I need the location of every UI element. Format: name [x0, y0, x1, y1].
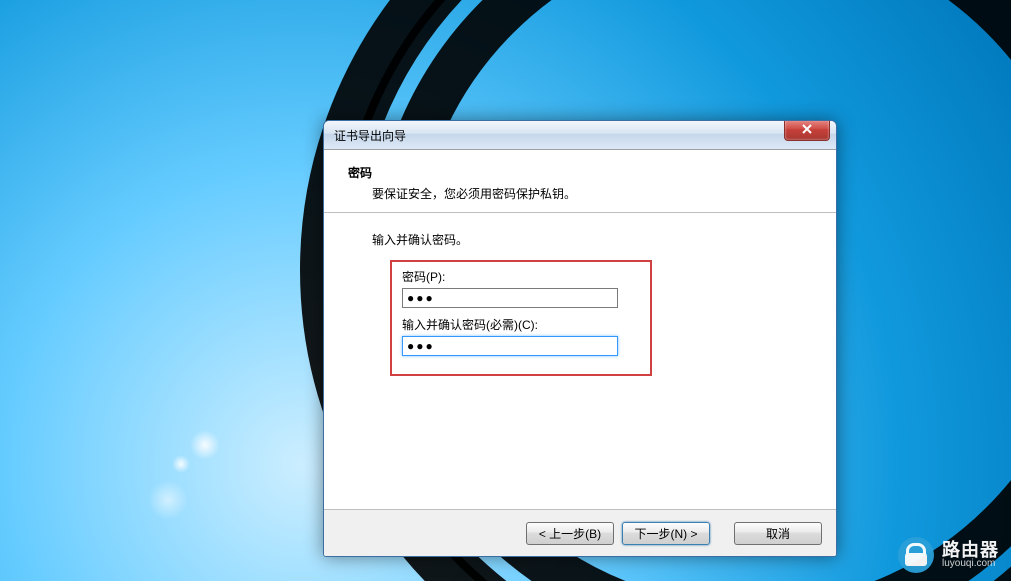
lens-flare: [148, 480, 188, 520]
close-button[interactable]: [784, 120, 830, 141]
next-button[interactable]: 下一步(N) >: [622, 522, 710, 545]
divider: [324, 212, 836, 213]
dialog-title: 证书导出向导: [334, 127, 406, 144]
section-heading: 密码: [348, 164, 812, 181]
lens-flare: [172, 455, 190, 473]
dialog-body: 密码 要保证安全，您必须用密码保护私钥。 输入并确认密码。 密码(P): 输入并…: [324, 150, 836, 511]
confirm-password-label: 输入并确认密码(必需)(C):: [402, 316, 640, 333]
lens-flare: [190, 430, 220, 460]
password-field-block: 密码(P):: [402, 268, 640, 308]
password-fields-highlight: 密码(P): 输入并确认密码(必需)(C):: [390, 260, 652, 376]
desktop-background: 证书导出向导 密码 要保证安全，您必须用密码保护私钥。 输入并确认密码。 密码(…: [0, 0, 1011, 581]
back-button[interactable]: < 上一步(B): [526, 522, 614, 545]
instruction-text: 输入并确认密码。: [372, 231, 812, 248]
section-description: 要保证安全，您必须用密码保护私钥。: [372, 185, 812, 202]
confirm-field-block: 输入并确认密码(必需)(C):: [402, 316, 640, 356]
confirm-password-input[interactable]: [402, 336, 618, 356]
cancel-button[interactable]: 取消: [734, 522, 822, 545]
wizard-button-row: < 上一步(B) 下一步(N) > 取消: [324, 509, 836, 556]
certificate-export-wizard-dialog: 证书导出向导 密码 要保证安全，您必须用密码保护私钥。 输入并确认密码。 密码(…: [323, 120, 837, 557]
password-label: 密码(P):: [402, 268, 640, 285]
dialog-titlebar[interactable]: 证书导出向导: [324, 121, 836, 150]
password-input[interactable]: [402, 288, 618, 308]
close-icon: [802, 124, 812, 137]
